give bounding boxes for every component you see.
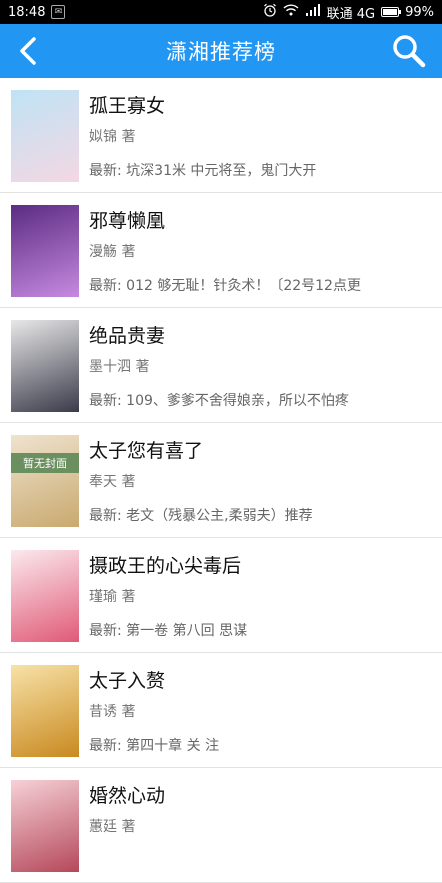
search-icon[interactable] xyxy=(390,32,428,70)
book-author: 瑾瑜 著 xyxy=(89,589,136,605)
book-cover-image xyxy=(11,550,79,642)
book-author: 墨十泗 著 xyxy=(89,359,150,375)
book-latest-chapter: 最新: 老文（残暴公主,柔弱夫）推荐 xyxy=(89,508,313,524)
list-item[interactable]: 暂无封面 太子您有喜了奉天 著最新: 老文（残暴公主,柔弱夫）推荐 xyxy=(0,423,442,538)
book-list: 孤王寡女姒锦 著最新: 坑深31米 中元将至，鬼门大开邪尊懒凰漫觞 著最新: 0… xyxy=(0,78,442,883)
list-item[interactable]: 婚然心动 蕙廷 著 xyxy=(0,768,442,883)
list-item[interactable]: 孤王寡女姒锦 著最新: 坑深31米 中元将至，鬼门大开 xyxy=(0,78,442,193)
book-cover-image xyxy=(11,320,79,412)
carrier-label: 联通 4G xyxy=(326,6,376,22)
list-item[interactable]: 绝品贵妻墨十泗 著最新: 109、爹爹不舍得娘亲，所以不怕疼 xyxy=(0,308,442,423)
book-author: 奉天 著 xyxy=(89,474,136,490)
battery-icon xyxy=(381,7,402,17)
notification-icon: ✉ xyxy=(51,5,66,19)
list-item[interactable]: 太子入赘昔诱 著最新: 第四十章 关 注 xyxy=(0,653,442,768)
status-bar: 18:48 ✉ 联通 4G 99% xyxy=(0,0,442,24)
status-time: 18:48 xyxy=(8,4,46,20)
book-title: 孤王寡女 xyxy=(89,95,166,117)
book-title: 绝品贵妻 xyxy=(89,325,166,347)
book-title: 邪尊懒凰 xyxy=(89,210,166,232)
book-author: 漫觞 著 xyxy=(89,244,136,260)
book-title: 太子您有喜了 xyxy=(89,440,204,462)
book-latest-chapter: 最新: 109、爹爹不舍得娘亲，所以不怕疼 xyxy=(89,393,349,409)
book-author: 蕙廷 著 xyxy=(89,819,136,835)
book-cover-image xyxy=(11,90,79,182)
book-title: 摄政王的心尖毒后 xyxy=(89,555,242,577)
signal-icon xyxy=(305,4,321,20)
book-cover-image xyxy=(11,780,79,872)
list-item[interactable]: 摄政王的心尖毒后瑾瑜 著最新: 第一卷 第八回 思谋 xyxy=(0,538,442,653)
list-item[interactable]: 邪尊懒凰漫觞 著最新: 012 够无耻！针灸术！〔22号12点更 xyxy=(0,193,442,308)
alarm-icon xyxy=(263,3,277,21)
wifi-icon xyxy=(283,4,299,20)
book-latest-chapter: 最新: 坑深31米 中元将至，鬼门大开 xyxy=(89,163,317,179)
page-title: 潇湘推荐榜 xyxy=(166,40,276,64)
book-cover-image xyxy=(11,205,79,297)
app-bar: 潇湘推荐榜 xyxy=(0,24,442,78)
book-latest-chapter: 最新: 012 够无耻！针灸术！〔22号12点更 xyxy=(89,278,361,294)
book-author: 昔诱 著 xyxy=(89,704,136,720)
book-cover-image: 暂无封面 xyxy=(11,435,79,527)
book-latest-chapter: 最新: 第四十章 关 注 xyxy=(89,738,220,754)
battery-percent: 99% xyxy=(405,4,434,20)
book-cover-image xyxy=(11,665,79,757)
book-author: 姒锦 著 xyxy=(89,129,136,145)
book-title: 太子入赘 xyxy=(89,670,166,692)
book-title: 婚然心动 xyxy=(89,785,166,807)
book-latest-chapter: 最新: 第一卷 第八回 思谋 xyxy=(89,623,248,639)
back-arrow-icon[interactable] xyxy=(12,33,48,69)
cover-placeholder-label: 暂无封面 xyxy=(11,453,79,473)
